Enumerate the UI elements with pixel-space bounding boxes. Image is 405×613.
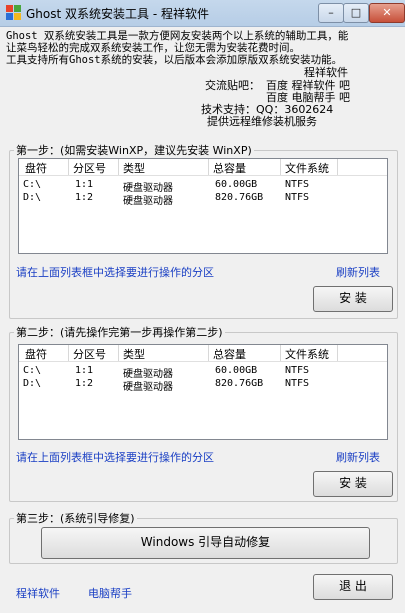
list-header: 盘符 分区号 类型 总容量 文件系统 <box>19 345 387 362</box>
col-type[interactable]: 类型 <box>123 160 145 176</box>
exchange-label: 交流贴吧： <box>205 79 260 92</box>
cell-type: 硬盘驱动器 <box>123 382 173 393</box>
cell-partition: 1:1 <box>75 179 94 190</box>
step1-install-button[interactable]: 安 装 <box>313 286 393 312</box>
step2-hint: 请在上面列表框中选择要进行操作的分区 <box>16 451 214 464</box>
maximize-button[interactable]: □ <box>343 3 369 23</box>
col-partition[interactable]: 分区号 <box>73 346 106 362</box>
cell-filesystem: NTFS <box>285 192 310 203</box>
intro-text: Ghost 双系统安装工具是一款方便网友安装两个以上系统的辅助工具，能 让菜鸟轻… <box>6 30 402 66</box>
table-row[interactable]: C:\ 1:1 硬盘驱动器 60.00GB NTFS <box>19 179 387 194</box>
cell-partition: 1:1 <box>75 365 94 376</box>
table-row[interactable]: C:\ 1:1 硬盘驱动器 60.00GB NTFS <box>19 365 387 380</box>
list-header: 盘符 分区号 类型 总容量 文件系统 <box>19 159 387 176</box>
step2-refresh-link[interactable]: 刷新列表 <box>336 449 380 465</box>
step1-refresh-link[interactable]: 刷新列表 <box>336 264 380 280</box>
step1-partition-list[interactable]: 盘符 分区号 类型 总容量 文件系统 C:\ 1:1 硬盘驱动器 60.00GB… <box>18 158 388 254</box>
cell-filesystem: NTFS <box>285 179 310 190</box>
col-drive[interactable]: 盘符 <box>25 160 47 176</box>
boot-repair-button[interactable]: Windows 引导自动修复 <box>41 527 370 559</box>
cell-filesystem: NTFS <box>285 378 310 389</box>
cell-drive: D:\ <box>23 378 42 389</box>
footer-link-diannaobangshou[interactable]: 电脑帮手 <box>88 585 132 601</box>
remote-service: 提供远程维修装机服务 <box>207 115 317 128</box>
minimize-button[interactable]: – <box>318 3 344 23</box>
window-title: Ghost 双系统安装工具 - 程祥软件 <box>26 7 209 21</box>
close-button[interactable]: ✕ <box>369 3 405 23</box>
step3-legend: 第三步：(系统引导修复) <box>16 512 135 525</box>
cell-type: 硬盘驱动器 <box>123 196 173 207</box>
author-name: 程祥软件 <box>304 66 348 79</box>
intro-line: 让菜鸟轻松的完成双系统安装工作，让您无需为安装花费时间。 <box>6 42 300 54</box>
cell-partition: 1:2 <box>75 192 94 203</box>
step2-install-button[interactable]: 安 装 <box>313 471 393 497</box>
step2-partition-list[interactable]: 盘符 分区号 类型 总容量 文件系统 C:\ 1:1 硬盘驱动器 60.00GB… <box>18 344 388 440</box>
footer-link-chengxiang[interactable]: 程祥软件 <box>16 585 60 601</box>
col-capacity[interactable]: 总容量 <box>213 160 246 176</box>
cell-capacity: 820.76GB <box>215 378 264 389</box>
col-drive[interactable]: 盘符 <box>25 346 47 362</box>
cell-capacity: 820.76GB <box>215 192 264 203</box>
col-capacity[interactable]: 总容量 <box>213 346 246 362</box>
title-bar[interactable]: Ghost 双系统安装工具 - 程祥软件 – □ ✕ <box>0 0 405 27</box>
col-filesystem[interactable]: 文件系统 <box>285 160 329 176</box>
cell-drive: C:\ <box>23 179 42 190</box>
cell-partition: 1:2 <box>75 378 94 389</box>
col-partition[interactable]: 分区号 <box>73 160 106 176</box>
table-row[interactable]: D:\ 1:2 硬盘驱动器 820.76GB NTFS <box>19 192 387 207</box>
cell-drive: C:\ <box>23 365 42 376</box>
intro-line: 工具支持所有Ghost系统的安装，以后版本会添加原版双系统安装功能。 <box>6 54 343 66</box>
step2-legend: 第二步：(请先操作完第一步再操作第二步) <box>16 326 223 339</box>
cell-drive: D:\ <box>23 192 42 203</box>
exit-button[interactable]: 退 出 <box>313 574 393 600</box>
step1-hint: 请在上面列表框中选择要进行操作的分区 <box>16 266 214 279</box>
cell-filesystem: NTFS <box>285 365 310 376</box>
col-type[interactable]: 类型 <box>123 346 145 362</box>
table-row[interactable]: D:\ 1:2 硬盘驱动器 820.76GB NTFS <box>19 378 387 393</box>
cell-capacity: 60.00GB <box>215 179 258 190</box>
step1-legend: 第一步：(如需安装WinXP，建议先安装 WinXP) <box>16 144 252 157</box>
windows-logo-icon <box>6 5 22 21</box>
intro-line: Ghost 双系统安装工具是一款方便网友安装两个以上系统的辅助工具，能 <box>6 30 349 42</box>
cell-capacity: 60.00GB <box>215 365 258 376</box>
col-filesystem[interactable]: 文件系统 <box>285 346 329 362</box>
